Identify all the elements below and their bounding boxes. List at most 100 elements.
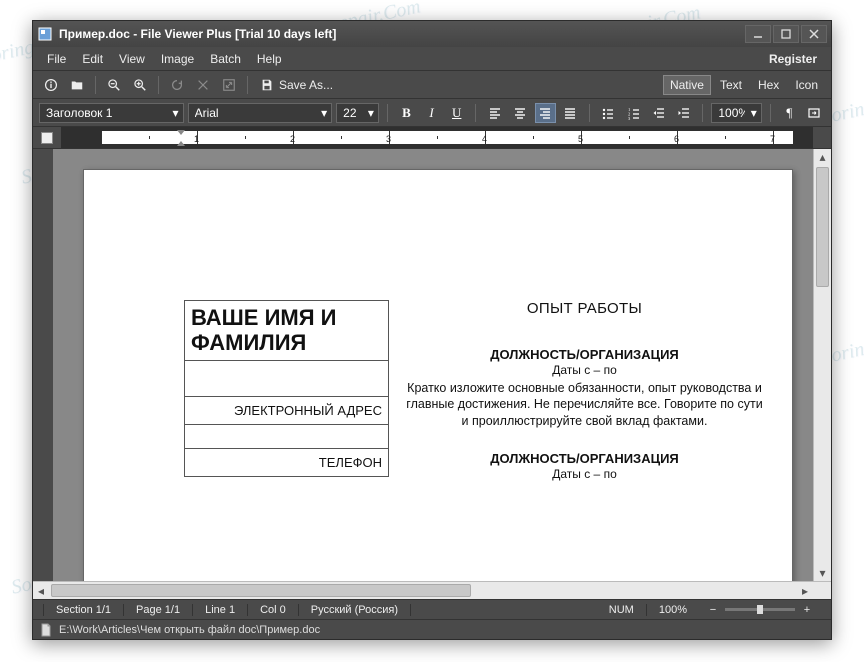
- chevron-down-icon: ▾: [315, 106, 327, 120]
- horizontal-ruler[interactable]: 1234567: [61, 127, 813, 148]
- zoom-out-button[interactable]: [102, 74, 126, 96]
- path-bar: E:\Work\Articles\Чем открыть файл doc\Пр…: [33, 619, 831, 639]
- scroll-up-icon[interactable]: ▴: [815, 149, 831, 165]
- status-num: NUM: [597, 604, 647, 616]
- title-bar: Пример.doc - File Viewer Plus [Trial 10 …: [33, 21, 831, 47]
- font-combo[interactable]: ▾: [188, 103, 333, 123]
- status-col: Col 0: [248, 604, 299, 616]
- status-zoom: 100%: [647, 604, 699, 616]
- menu-file[interactable]: File: [39, 50, 74, 68]
- dates-2: Даты с – по: [403, 467, 766, 481]
- status-line: Line 1: [193, 604, 248, 616]
- ruler-bar: 1234567: [33, 127, 831, 149]
- outdent-button[interactable]: [648, 103, 669, 123]
- name-cell[interactable]: ВАШЕ ИМЯ И ФАМИЛИЯ: [184, 300, 389, 361]
- crop-button[interactable]: [191, 74, 215, 96]
- menu-bar: File Edit View Image Batch Help Register: [33, 47, 831, 71]
- style-input[interactable]: [46, 106, 167, 120]
- pilcrow-button[interactable]: ¶: [779, 103, 800, 123]
- info-button[interactable]: [39, 74, 63, 96]
- underline-button[interactable]: U: [446, 103, 467, 123]
- document-icon: [39, 623, 53, 637]
- vertical-ruler[interactable]: [33, 149, 53, 581]
- menu-view[interactable]: View: [111, 50, 153, 68]
- view-hex[interactable]: Hex: [751, 75, 786, 95]
- chevron-down-icon: ▾: [167, 106, 179, 120]
- status-page: Page 1/1: [124, 604, 193, 616]
- menu-image[interactable]: Image: [153, 50, 202, 68]
- maximize-button[interactable]: [773, 25, 799, 43]
- hanging-indent-marker[interactable]: [177, 141, 185, 146]
- status-section: Section 1/1: [43, 604, 124, 616]
- scroll-thumb[interactable]: [51, 584, 471, 597]
- svg-text:3: 3: [628, 116, 631, 120]
- style-combo[interactable]: ▾: [39, 103, 184, 123]
- zoom-combo-input[interactable]: [718, 106, 744, 120]
- menu-help[interactable]: Help: [249, 50, 290, 68]
- experience-heading: ОПЫТ РАБОТЫ: [403, 300, 766, 317]
- scroll-down-icon[interactable]: ▾: [815, 565, 831, 581]
- empty-cell[interactable]: [184, 425, 389, 449]
- save-as-label: Save As...: [279, 78, 333, 92]
- indent-button[interactable]: [673, 103, 694, 123]
- refresh-button[interactable]: [165, 74, 189, 96]
- font-size-input[interactable]: [343, 106, 362, 120]
- menu-register[interactable]: Register: [761, 50, 825, 68]
- scroll-left-icon[interactable]: ◂: [33, 583, 49, 599]
- main-toolbar: Save As... Native Text Hex Icon: [33, 71, 831, 99]
- align-left-button[interactable]: [484, 103, 505, 123]
- font-size-combo[interactable]: ▾: [336, 103, 379, 123]
- zoom-slider-thumb[interactable]: [757, 605, 763, 614]
- view-native[interactable]: Native: [663, 75, 711, 95]
- menu-batch[interactable]: Batch: [202, 50, 249, 68]
- file-path: E:\Work\Articles\Чем открыть файл doc\Пр…: [59, 624, 320, 636]
- chevron-down-icon: ▾: [745, 106, 757, 120]
- document-viewport[interactable]: ВАШЕ ИМЯ И ФАМИЛИЯ ЭЛЕКТРОННЫЙ АДРЕС ТЕЛ…: [53, 149, 813, 581]
- save-icon: [260, 78, 274, 92]
- first-line-indent-marker[interactable]: [177, 130, 185, 135]
- open-button[interactable]: [65, 74, 89, 96]
- chevron-down-icon: ▾: [362, 106, 374, 120]
- status-lang: Русский (Россия): [299, 604, 411, 616]
- resume-left-column: ВАШЕ ИМЯ И ФАМИЛИЯ ЭЛЕКТРОННЫЙ АДРЕС ТЕЛ…: [184, 300, 389, 484]
- zoom-combo[interactable]: ▾: [711, 103, 761, 123]
- vertical-scrollbar[interactable]: ▴ ▾: [813, 149, 831, 581]
- align-right-button[interactable]: [535, 103, 556, 123]
- app-icon: [37, 26, 53, 42]
- ruler-corner[interactable]: [33, 127, 61, 148]
- numbered-list-button[interactable]: 123: [623, 103, 644, 123]
- ltr-button[interactable]: [804, 103, 825, 123]
- scroll-thumb[interactable]: [816, 167, 829, 287]
- resume-right-column[interactable]: ОПЫТ РАБОТЫ ДОЛЖНОСТЬ/ОРГАНИЗАЦИЯ Даты с…: [389, 300, 774, 484]
- zoom-slider[interactable]: − +: [699, 604, 821, 616]
- align-justify-button[interactable]: [560, 103, 581, 123]
- app-window: Пример.doc - File Viewer Plus [Trial 10 …: [32, 20, 832, 640]
- bold-button[interactable]: B: [396, 103, 417, 123]
- italic-button[interactable]: I: [421, 103, 442, 123]
- zoom-in-button[interactable]: [128, 74, 152, 96]
- empty-cell[interactable]: [184, 361, 389, 397]
- align-center-button[interactable]: [509, 103, 530, 123]
- bullet-list-button[interactable]: [598, 103, 619, 123]
- zoom-plus-icon[interactable]: +: [801, 604, 813, 616]
- view-text[interactable]: Text: [713, 75, 749, 95]
- status-bar: Section 1/1 Page 1/1 Line 1 Col 0 Русски…: [33, 599, 831, 619]
- email-label-cell[interactable]: ЭЛЕКТРОННЫЙ АДРЕС: [184, 397, 389, 425]
- menu-edit[interactable]: Edit: [74, 50, 111, 68]
- minimize-button[interactable]: [745, 25, 771, 43]
- format-toolbar: ▾ ▾ ▾ B I U 123 ▾ ¶: [33, 99, 831, 127]
- dates-1: Даты с – по: [403, 363, 766, 377]
- view-icon[interactable]: Icon: [788, 75, 825, 95]
- resize-button[interactable]: [217, 74, 241, 96]
- zoom-minus-icon[interactable]: −: [707, 604, 719, 616]
- page: ВАШЕ ИМЯ И ФАМИЛИЯ ЭЛЕКТРОННЫЙ АДРЕС ТЕЛ…: [83, 169, 793, 581]
- body-1: Кратко изложите основные обязанности, оп…: [403, 380, 766, 429]
- scroll-right-icon[interactable]: ▸: [797, 583, 813, 599]
- phone-label-cell[interactable]: ТЕЛЕФОН: [184, 449, 389, 477]
- save-as-button[interactable]: Save As...: [254, 76, 339, 94]
- window-title: Пример.doc - File Viewer Plus [Trial 10 …: [59, 27, 743, 41]
- horizontal-scrollbar[interactable]: ◂ ▸: [33, 581, 831, 599]
- close-button[interactable]: [801, 25, 827, 43]
- font-input[interactable]: [195, 106, 316, 120]
- position-1: ДОЛЖНОСТЬ/ОРГАНИЗАЦИЯ: [403, 347, 766, 362]
